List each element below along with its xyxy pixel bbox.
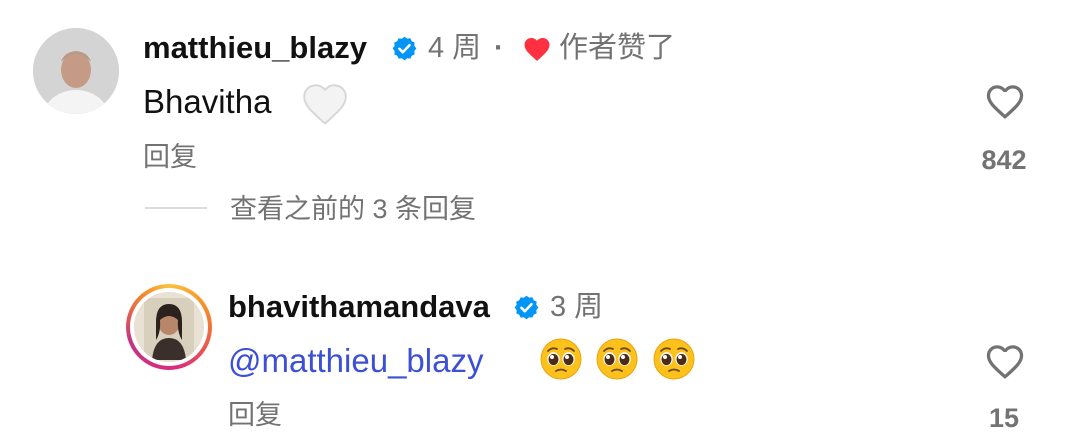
white-heart-emoji-icon [303, 84, 347, 125]
avatar [134, 292, 204, 362]
like-heart-icon[interactable] [983, 340, 1027, 380]
avatar-photo [33, 28, 119, 114]
comment-time: 4 周 [428, 32, 482, 64]
reply-button[interactable]: 回复 [228, 398, 282, 432]
view-replies-button[interactable]: 查看之前的 3 条回复 [230, 192, 476, 226]
comment-text: Bhavitha [143, 83, 272, 120]
avatar-photo [134, 292, 204, 362]
author-liked-heart-icon [524, 38, 550, 61]
comment-time: 3 周 [550, 291, 604, 323]
thread-divider [145, 207, 207, 209]
comment-username[interactable]: matthieu_blazy [143, 29, 367, 67]
reply-button[interactable]: 回复 [143, 140, 197, 174]
emoji-group [539, 337, 696, 383]
story-ring-avatar[interactable] [126, 284, 212, 370]
like-count: 842 [981, 145, 1027, 175]
pleading-face-emoji-icon [653, 338, 695, 380]
pleading-face-emoji-icon [540, 338, 582, 380]
like-heart-icon[interactable] [983, 80, 1027, 120]
avatar[interactable] [33, 28, 119, 114]
like-count: 15 [988, 403, 1020, 433]
verified-badge-icon [514, 295, 539, 320]
mention-link[interactable]: @matthieu_blazy [228, 341, 483, 381]
pleading-face-emoji-icon [596, 338, 638, 380]
comment-username[interactable]: bhavithamandava [228, 288, 490, 326]
meta-separator: · [494, 32, 504, 64]
author-liked-label: 作者赞了 [559, 32, 676, 64]
verified-badge-icon [392, 36, 417, 61]
